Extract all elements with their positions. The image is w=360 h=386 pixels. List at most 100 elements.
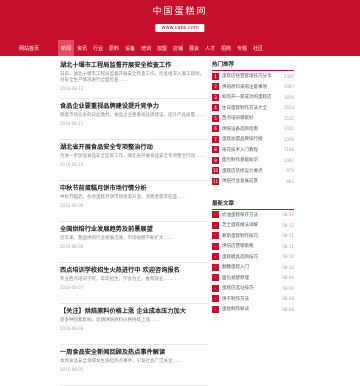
article-title[interactable]: 全国烘焙行业发展趋势及前景展望 (60, 226, 208, 234)
hot-item[interactable]: 2 烘焙原料采购注意事项 1987 (212, 82, 294, 93)
article-title[interactable]: 湖北十堰市工程局监督开展安全检查工作 (60, 62, 208, 70)
latest-item[interactable]: · 翻糖蛋糕入门 08-10 (212, 262, 294, 273)
hot-item-count: 2342 (283, 73, 294, 79)
article-date: 2016-08-11 (60, 121, 84, 126)
latest-item-date: 08-11 (282, 243, 294, 249)
latest-item-text[interactable]: 蛋糕模具选购技巧 (222, 254, 280, 260)
article-title[interactable]: 中秋节前蛋糕月饼市场行情分析 (60, 185, 208, 193)
hot-item-text[interactable]: 烘焙行业发展前景 (222, 178, 284, 184)
hot-item[interactable]: 6 烘焙设备选购指南 1421 (212, 124, 294, 135)
article-list: 湖北十堰市工程局监督开展安全检查工作 日前，湖北十堰市工程局监督开展安全检查工作… (60, 58, 208, 386)
hot-item-text[interactable]: 裱花技术入门教程 (222, 147, 282, 153)
nav-home[interactable]: 网站首页 (0, 45, 58, 52)
latest-item[interactable]: · 芝士蛋糕做法详解 08-12 (212, 220, 294, 231)
latest-item-text[interactable]: 蛋糕店选址技巧 (222, 285, 280, 291)
article-date: 2016-08-10 (60, 162, 84, 167)
rank-number: 1 (212, 72, 219, 80)
article-title[interactable]: 食品企业要重视品牌建设提升竞争力 (60, 103, 208, 111)
article-item: 湖北省开展食品安全专项整治行动 为进一步加强食品安全监管工作，湖北省开展食品安全… (60, 140, 208, 181)
article-title[interactable]: 【关注】烘焙原料价格上涨 企业成本压力加大 (60, 308, 208, 316)
latest-item-text[interactable]: 饼干制作方法 (222, 296, 280, 302)
hot-item-text[interactable]: 蛋糕店装修设计要点 (222, 168, 284, 174)
latest-item-text[interactable]: 奶油蛋糕保存方法 (222, 212, 280, 218)
article-item: 【关注】烘焙原料价格上涨 企业成本压力加大 受多种因素影响，近期烘焙原料价格持续… (60, 304, 208, 345)
nav-item[interactable]: 原料 (106, 40, 122, 56)
latest-item-text[interactable]: 翻糖蛋糕入门 (222, 264, 280, 270)
latest-item[interactable]: · 奶油蛋糕保存方法 08-12 (212, 210, 294, 221)
bullet-icon: · (212, 274, 219, 282)
bullet-icon: · (212, 242, 219, 250)
article-title[interactable]: 湖北省开展食品安全专项整治行动 (60, 144, 208, 152)
latest-item-text[interactable]: 慕斯蛋糕制作技巧 (222, 233, 280, 239)
hot-item-count: 1532 (283, 115, 294, 121)
hot-item-count: 1654 (283, 105, 294, 111)
nav-item[interactable]: 新闻 (58, 40, 74, 56)
hot-item-text[interactable]: 西点培训哪家好 (222, 115, 282, 121)
rank-number: 11 (212, 177, 219, 185)
hot-item[interactable]: 11 烘焙行业发展前景 865 (212, 176, 294, 187)
hot-item-text[interactable]: 生日蛋糕制作方法大全 (222, 105, 282, 111)
site-logo[interactable]: 中国蛋糕网 (0, 4, 360, 17)
latest-item[interactable]: · 蛋挞制作秘诀 08-08 (212, 304, 294, 315)
latest-item[interactable]: · 蛋糕店选址技巧 08-09 (212, 283, 294, 294)
nav-item[interactable]: 培训 (138, 40, 154, 56)
sidebar: 热门推荐 1 蛋糕店经营管理技巧分享 2342 2 烘焙原料采购注意事项 1987 3如… (212, 58, 294, 325)
main-nav: 网站首页 新闻 资讯 行业 原料 设备 培训 加盟 店铺 展会 人才 招商 专题… (0, 40, 360, 56)
hot-item[interactable]: 5 西点培训哪家好 1532 (212, 113, 294, 124)
nav-item[interactable]: 专题 (234, 40, 250, 56)
hot-item[interactable]: 4 生日蛋糕制作方法大全 1654 (212, 103, 294, 114)
rank-number: 6 (212, 125, 219, 133)
latest-item-date: 08-09 (282, 285, 294, 291)
article-date: 2016-08-09 (60, 203, 84, 208)
hot-item-text[interactable]: 如何开一家成功的蛋糕店 (222, 94, 282, 100)
hot-item[interactable]: 1 蛋糕店经营管理技巧分享 2342 (212, 71, 294, 82)
latest-item[interactable]: · 面包发酵原理 08-09 (212, 273, 294, 284)
hot-item[interactable]: 7 蛋糕加盟品牌排行榜 1309 (212, 134, 294, 145)
latest-item[interactable]: · 饼干制作方法 08-08 (212, 294, 294, 305)
nav-item[interactable]: 行业 (90, 40, 106, 56)
hot-item-count: 1987 (283, 84, 294, 90)
article-title[interactable]: 一周食品安全新闻回顾及热点事件解读 (60, 349, 208, 357)
nav-item[interactable]: 人才 (202, 40, 218, 56)
rank-number: 5 (212, 114, 219, 122)
latest-item-text[interactable]: 芝士蛋糕做法详解 (222, 222, 280, 228)
article-item: 湖北十堰市工程局监督开展安全检查工作 日前，湖北十堰市工程局监督开展安全检查工作… (60, 58, 208, 99)
latest-item-date: 08-11 (282, 233, 294, 239)
hot-item[interactable]: 9 面包制作基础知识 1087 (212, 155, 294, 166)
rank-number: 3 (212, 93, 219, 101)
hot-item-text[interactable]: 蛋糕店经营管理技巧分享 (222, 73, 282, 79)
hot-item-text[interactable]: 烘焙设备选购指南 (222, 126, 282, 132)
hot-item[interactable]: 10 蛋糕店装修设计要点 976 (212, 166, 294, 177)
hot-item-count: 1309 (283, 136, 294, 142)
latest-item[interactable]: · 蛋糕模具选购技巧 08-10 (212, 252, 294, 263)
article-date: 2016-08-06 (60, 326, 84, 331)
article-summary: 专业西点培训学校，常年招生，学会为止，推荐就业…… (60, 277, 173, 282)
latest-item-date: 08-12 (282, 212, 294, 218)
article-title[interactable]: 西点培训学校招生火热进行中 欢迎咨询报名 (60, 267, 208, 275)
nav-item[interactable]: 资讯 (74, 40, 90, 56)
hot-item-text[interactable]: 蛋糕加盟品牌排行榜 (222, 136, 282, 142)
hot-item[interactable]: 8 裱花技术入门教程 1198 (212, 145, 294, 156)
nav-item[interactable]: 设备 (122, 40, 138, 56)
article-date: 2016-08-12 (60, 86, 84, 91)
latest-item[interactable]: · 慕斯蛋糕制作技巧 08-11 (212, 231, 294, 242)
latest-item-date: 08-10 (282, 254, 294, 260)
article-item: 西点培训学校招生火热进行中 欢迎咨询报名 专业西点培训学校，常年招生，学会为止，… (60, 263, 208, 304)
nav-item[interactable]: 招商 (218, 40, 234, 56)
nav-item[interactable]: 店铺 (170, 40, 186, 56)
latest-item-text[interactable]: 面包发酵原理 (222, 275, 280, 281)
bullet-icon: · (212, 305, 219, 313)
latest-item-text[interactable]: 蛋挞制作秘诀 (222, 306, 280, 312)
article-summary: 日前，湖北十堰市工程局监督开展安全检查工作，检查组深入施工现场，对安全生产情况进… (60, 72, 204, 83)
nav-item[interactable]: 加盟 (154, 40, 170, 56)
site-banner: 中国蛋糕网 www.cake.com (0, 0, 360, 40)
hot-item-text[interactable]: 面包制作基础知识 (222, 157, 282, 163)
latest-item[interactable]: · 烘焙店营销策略 08-11 (212, 241, 294, 252)
nav-item[interactable]: 展会 (186, 40, 202, 56)
bullet-icon: · (212, 232, 219, 240)
article-summary: 近年来，我国烘焙行业发展迅速，市场规模不断扩大…… (60, 236, 173, 241)
latest-item-text[interactable]: 烘焙店营销策略 (222, 243, 280, 249)
hot-item-text[interactable]: 烘焙原料采购注意事项 (222, 84, 282, 90)
nav-item[interactable]: 社区 (250, 40, 266, 56)
hot-item[interactable]: 3 如何开一家成功的蛋糕店 1876 (212, 92, 294, 103)
